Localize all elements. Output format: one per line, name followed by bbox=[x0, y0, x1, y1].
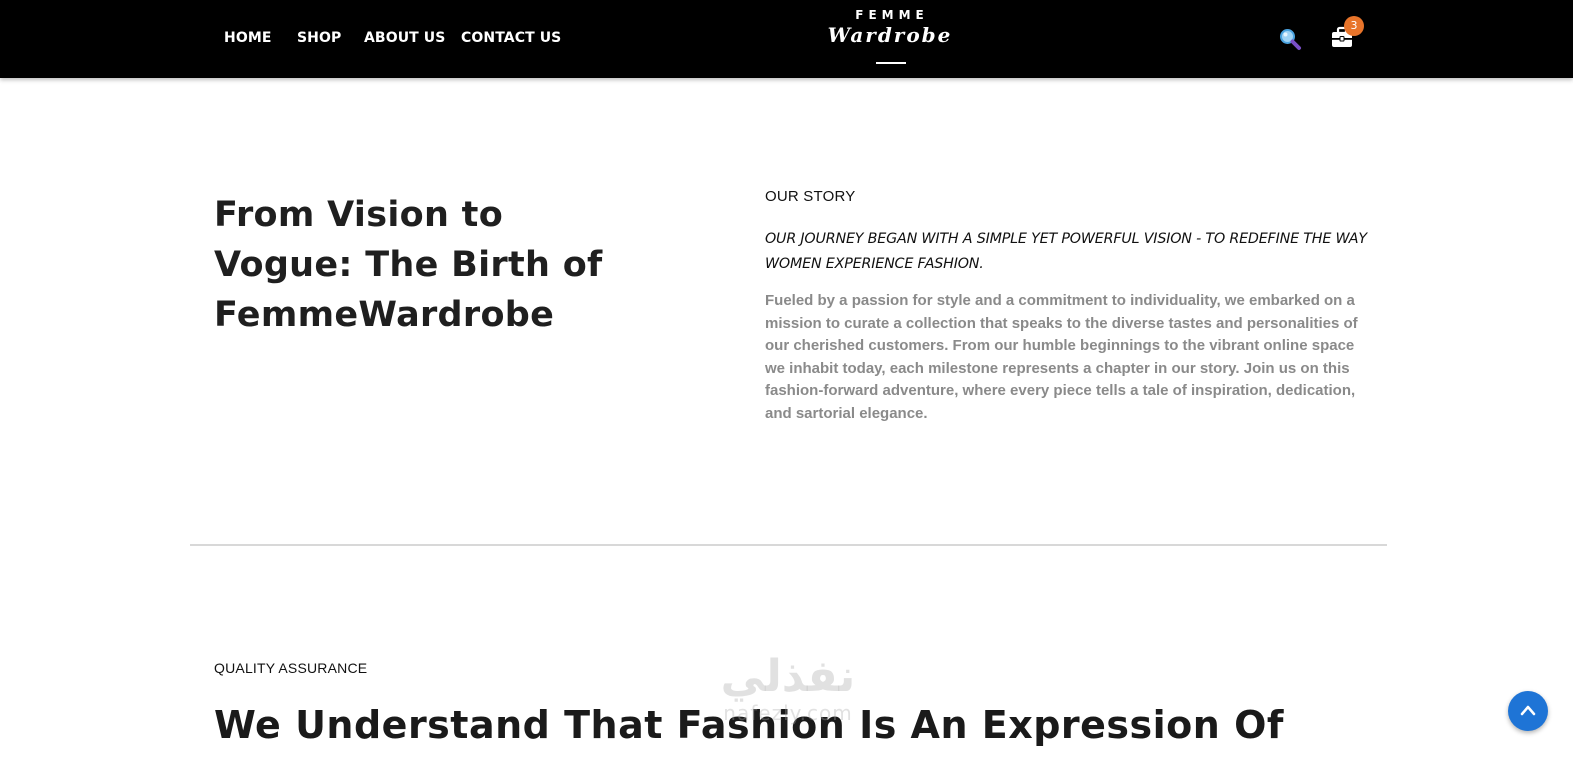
story-title: From Vision to Vogue: The Birth of Femme… bbox=[214, 195, 603, 335]
nav-shop-link[interactable]: SHOP bbox=[297, 30, 341, 46]
nav-contact-link[interactable]: CONTACT US bbox=[461, 30, 561, 46]
watermark-arabic: نفذلي bbox=[720, 651, 856, 702]
search-icon[interactable] bbox=[1278, 27, 1302, 51]
section-divider bbox=[190, 544, 1387, 546]
nav-home-link[interactable]: HOME bbox=[224, 30, 272, 46]
quality-section-label: QUALITY ASSURANCE bbox=[214, 660, 368, 676]
quality-heading: We Understand That Fashion Is An Express… bbox=[214, 703, 1284, 747]
top-navbar: HOME SHOP ABOUT US CONTACT US FEMME Ward… bbox=[0, 0, 1573, 78]
story-lead-text: OUR JOURNEY BEGAN WITH A SIMPLE YET POWE… bbox=[765, 231, 1367, 272]
arrow-up-icon bbox=[1520, 705, 1536, 716]
story-body-text: Fueled by a passion for style and a comm… bbox=[765, 292, 1358, 422]
story-section-label: OUR STORY bbox=[765, 188, 856, 205]
logo-main-text: Wardrobe bbox=[827, 23, 953, 47]
nav-about-link[interactable]: ABOUT US bbox=[364, 30, 445, 46]
scroll-to-top-button[interactable] bbox=[1508, 691, 1548, 731]
logo-underline bbox=[876, 62, 906, 64]
brand-logo[interactable]: FEMME Wardrobe bbox=[818, 8, 962, 68]
cart-count-badge: 3 bbox=[1344, 16, 1364, 36]
logo-top-text: FEMME bbox=[855, 8, 929, 22]
